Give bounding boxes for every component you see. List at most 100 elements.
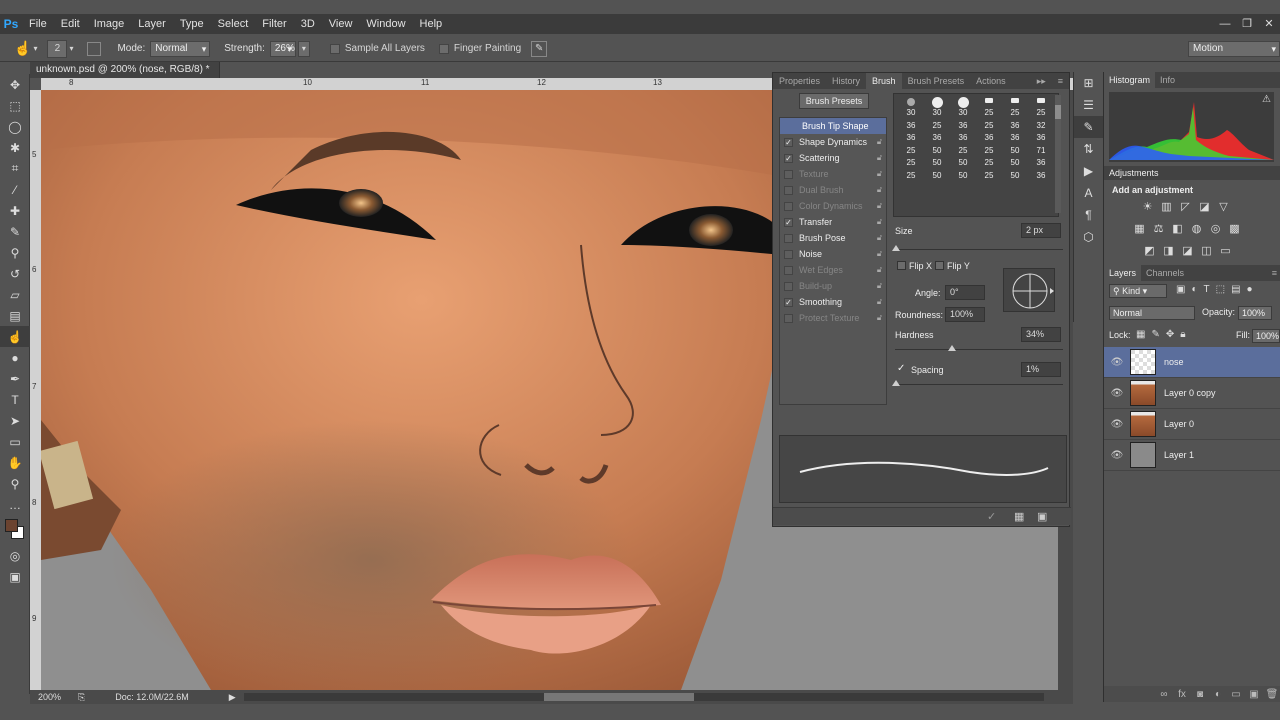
pixel-filter-icon[interactable]: ▣ <box>1176 284 1185 295</box>
brush-setting-checkbox[interactable] <box>784 185 793 195</box>
shape-tool-icon[interactable]: ▭ <box>0 431 30 452</box>
brush-tip[interactable]: 25 <box>898 158 924 171</box>
lock-icon[interactable]: 🔓︎ <box>877 249 882 259</box>
lock-icon[interactable]: 🔓︎ <box>877 281 882 291</box>
brush-tip-shape-icon[interactable] <box>907 98 915 106</box>
brush-setting-checkbox[interactable] <box>784 249 793 259</box>
blend-mode-select[interactable]: Normal <box>1109 306 1195 320</box>
brush-tip[interactable]: 50 <box>1002 171 1028 184</box>
paragraph-panel-icon[interactable]: ¶ <box>1074 204 1103 226</box>
filter-toggle-icon[interactable]: ● <box>1247 284 1253 295</box>
gradient-tool-icon[interactable]: ▤ <box>0 305 30 326</box>
status-export-icon[interactable]: ⎘ <box>78 692 85 703</box>
brush-tip[interactable]: 36 <box>1028 171 1054 184</box>
brush-setting-checkbox[interactable] <box>784 281 793 291</box>
angle-roundness-preview[interactable] <box>1003 268 1055 312</box>
brush-setting-texture[interactable]: Texture 🔓︎ <box>780 166 886 182</box>
brush-setting-shape-dynamics[interactable]: ✓ Shape Dynamics 🔓︎ <box>780 134 886 150</box>
flip-x-checkbox[interactable] <box>897 261 906 270</box>
brush-setting-scattering[interactable]: ✓ Scattering 🔓︎ <box>780 150 886 166</box>
status-menu-arrow[interactable]: ▶ <box>229 692 236 703</box>
lock-icon[interactable]: 🔓︎ <box>877 169 882 179</box>
menu-3d[interactable]: 3D <box>294 18 322 30</box>
lasso-tool-icon[interactable]: ◯ <box>0 116 30 137</box>
brightness-icon[interactable]: ☀ <box>1138 200 1157 214</box>
new-preset-icon[interactable]: ▣ <box>1037 510 1047 523</box>
opacity-field[interactable]: 100% <box>1238 306 1272 320</box>
finger-painting-checkbox[interactable] <box>438 43 449 54</box>
mode-select[interactable]: Normal <box>150 40 211 57</box>
lock-icon[interactable]: 🔓︎ <box>877 313 882 323</box>
brush-setting-brush-tip-shape[interactable]: Brush Tip Shape <box>780 118 886 134</box>
levels-icon[interactable]: ▥ <box>1157 200 1176 214</box>
screen-mode-icon[interactable]: ▣ <box>0 566 30 587</box>
hue-saturation-icon[interactable]: ▦ <box>1130 222 1149 236</box>
menu-edit[interactable]: Edit <box>54 18 87 30</box>
brush-tip[interactable]: 25 <box>976 171 1002 184</box>
healing-brush-tool-icon[interactable]: ✚ <box>0 200 30 221</box>
brush-setting-dual-brush[interactable]: Dual Brush 🔓︎ <box>780 182 886 198</box>
brush-tip[interactable]: 71 <box>1028 146 1054 159</box>
brush-tip[interactable]: 36 <box>924 133 950 146</box>
channel-mixer-icon[interactable]: ◎ <box>1206 222 1225 236</box>
lock-icon[interactable]: 🔓︎ <box>877 137 882 147</box>
brush-tip[interactable]: 36 <box>1002 121 1028 134</box>
brush-tip[interactable]: 25 <box>976 108 1002 121</box>
brush-tip[interactable]: 50 <box>950 158 976 171</box>
tool-preset-dropdown[interactable]: ▾ <box>33 44 37 53</box>
brush-tip[interactable]: 50 <box>1002 158 1028 171</box>
brush-tip[interactable]: 32 <box>1028 121 1054 134</box>
brush-tip[interactable]: 36 <box>1002 133 1028 146</box>
brush-setting-brush-pose[interactable]: Brush Pose 🔓︎ <box>780 230 886 246</box>
roundness-field[interactable]: 100% <box>945 307 985 322</box>
eyedropper-tool-icon[interactable]: ⁄ <box>0 179 30 200</box>
brush-tip[interactable]: 36 <box>898 133 924 146</box>
toggle-live-tip-icon[interactable]: ✓ <box>987 510 996 523</box>
brush-setting-build-up[interactable]: Build-up 🔓︎ <box>780 278 886 294</box>
brush-dock-icon[interactable]: ✎ <box>1074 116 1103 138</box>
layer-row[interactable]: 👁︎ Layer 1 <box>1104 440 1280 471</box>
visibility-eye-icon[interactable]: 👁︎ <box>1104 388 1130 399</box>
angle-field[interactable]: 0° <box>945 285 985 300</box>
brush-tip[interactable]: 25 <box>1002 108 1028 121</box>
hand-tool-icon[interactable]: ✋ <box>0 452 30 473</box>
lock-icon[interactable]: 🔓︎ <box>877 201 882 211</box>
brush-setting-checkbox[interactable]: ✓ <box>784 137 793 147</box>
tab-info[interactable]: Info <box>1155 72 1180 88</box>
menu-window[interactable]: Window <box>359 18 412 30</box>
brush-tip[interactable]: 50 <box>924 171 950 184</box>
brush-tip[interactable]: 25 <box>898 146 924 159</box>
brush-tip[interactable]: 50 <box>1002 146 1028 159</box>
smudge-tool-active-icon[interactable]: ☝ <box>0 326 30 347</box>
smudge-tool-icon[interactable]: ☝ <box>14 40 31 57</box>
spacing-checkbox[interactable]: ✓ <box>897 363 905 374</box>
path-select-tool-icon[interactable]: ➤ <box>0 410 30 431</box>
lock-icon[interactable]: 🔓︎ <box>877 185 882 195</box>
brush-tip-shape-icon[interactable] <box>1037 98 1045 103</box>
brush-tip[interactable]: 25 <box>898 171 924 184</box>
brush-setting-color-dynamics[interactable]: Color Dynamics 🔓︎ <box>780 198 886 214</box>
delete-layer-icon[interactable]: 🗑︎ <box>1263 689 1280 700</box>
fill-field[interactable]: 100% <box>1252 329 1280 343</box>
brush-setting-checkbox[interactable]: ✓ <box>784 153 793 163</box>
gradient-map-icon[interactable]: ▭ <box>1216 244 1235 258</box>
layer-style-icon[interactable]: fx <box>1173 689 1191 700</box>
brush-tip[interactable]: 30 <box>898 108 924 121</box>
adjustment-filter-icon[interactable]: ◐ <box>1191 284 1197 295</box>
brush-tip[interactable]: 36 <box>1028 133 1054 146</box>
type-tool-icon[interactable]: T <box>0 389 30 410</box>
brush-tip-shape-icon[interactable] <box>985 98 993 103</box>
tab-brush[interactable]: Brush <box>866 73 902 89</box>
threshold-icon[interactable]: ◪ <box>1178 244 1197 258</box>
lock-all-icon[interactable]: 🔒︎ <box>1180 329 1185 340</box>
menu-help[interactable]: Help <box>413 18 450 30</box>
minimize-button[interactable]: — <box>1214 14 1236 34</box>
brush-tip[interactable]: 50 <box>950 171 976 184</box>
posterize-icon[interactable]: ◨ <box>1159 244 1178 258</box>
lock-icon[interactable]: 🔓︎ <box>877 265 882 275</box>
lock-icon[interactable]: 🔓︎ <box>877 217 882 227</box>
visibility-eye-icon[interactable]: 👁︎ <box>1104 450 1130 461</box>
zoom-tool-icon[interactable]: ⚲ <box>0 473 30 494</box>
kind-filter-select[interactable]: ⚲ Kind ▾ <box>1109 284 1167 298</box>
brush-tip[interactable]: 25 <box>924 121 950 134</box>
